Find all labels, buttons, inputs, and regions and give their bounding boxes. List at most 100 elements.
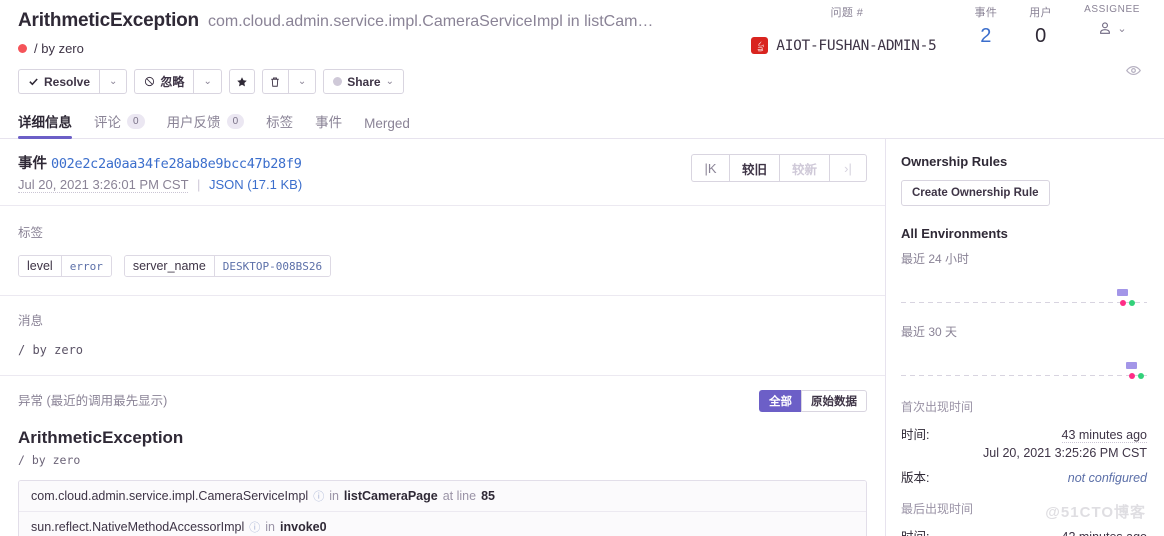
event-json-link[interactable]: JSON (17.1 KB) [209, 177, 302, 192]
nav-oldest-label: |K [704, 160, 717, 176]
ignore-button[interactable]: 忽略 [134, 69, 194, 94]
tags-section-label: 标签 [18, 226, 44, 240]
star-icon [237, 76, 247, 86]
sparkline-bar [1117, 289, 1128, 296]
frame-function: invoke0 [280, 520, 327, 534]
tab-merged[interactable]: Merged [364, 116, 410, 138]
exception-header: 异常 (最近的调用最先显示) 全部 原始数据 [18, 390, 867, 412]
frame-module: com.cloud.admin.service.impl.CameraServi… [31, 489, 309, 503]
sparkline-dot-green [1129, 300, 1135, 306]
share-dot-icon [333, 77, 343, 86]
sparkline-24h[interactable] [901, 279, 1147, 309]
event-id[interactable]: 002e2c2a0aa34fe28ab8e9bcc47b28f9 [51, 156, 302, 172]
toggle-all-button[interactable]: 全部 [759, 390, 801, 412]
stat-assignee: ASSIGNEE ⌄ [1068, 4, 1156, 36]
nav-older-button[interactable]: 较旧 [728, 154, 779, 182]
share-button-group: Share ⌄ [323, 69, 404, 94]
first-seen-time-relative: 43 minutes ago [1061, 428, 1147, 443]
exception-section-label: 异常 (最近的调用最先显示) [18, 390, 167, 409]
bookmark-button-group [228, 69, 255, 94]
ignore-label: 忽略 [160, 75, 185, 89]
share-button[interactable]: Share ⌄ [323, 69, 404, 94]
create-ownership-rule-button[interactable]: Create Ownership Rule [901, 180, 1050, 206]
first-seen-time-row: 时间: 43 minutes ago [901, 424, 1147, 443]
delete-button-group: ⌄ [261, 69, 317, 94]
ignore-button-group: 忽略 ⌄ [134, 69, 222, 94]
tag-key: level [19, 256, 62, 276]
sparkline-dot-pink [1129, 373, 1135, 379]
tags-list: level error server_name DESKTOP-008BS26 [18, 255, 867, 277]
bookmark-button[interactable] [228, 69, 255, 94]
tag-item[interactable]: level error [18, 255, 112, 277]
tab-tags[interactable]: 标签 [266, 111, 293, 138]
assignee-selector[interactable]: ⌄ [1084, 20, 1140, 36]
last-seen-time-relative: 42 minutes ago [1062, 530, 1147, 536]
event-title: 事件 002e2c2a0aa34fe28ab8e9bcc47b28f9 [18, 152, 302, 173]
stat-project: 问题 # AIOT-FUSHAN-ADMIN-5 [735, 4, 958, 54]
range-24h-label: 最近 24 小时 [901, 252, 970, 266]
issue-message: / by zero [34, 41, 84, 56]
event-title-prefix: 事件 [18, 156, 47, 172]
tags-block: 标签 level error server_name DESKTOP-008BS… [0, 206, 885, 296]
tag-item[interactable]: server_name DESKTOP-008BS26 [123, 255, 332, 277]
project-badge[interactable]: AIOT-FUSHAN-ADMIN-5 [751, 37, 942, 54]
meta-separator: | [196, 177, 201, 192]
tab-label: 事件 [315, 115, 343, 130]
first-seen-version-label: 版本: [901, 471, 930, 485]
first-seen-time-label: 时间: [901, 428, 930, 442]
toggle-raw-button[interactable]: 原始数据 [801, 390, 867, 412]
error-level-dot-icon [18, 44, 27, 53]
frame-function: listCameraPage [343, 489, 438, 503]
frame-in-label: in [329, 489, 339, 503]
exception-type: ArithmeticException [18, 428, 184, 447]
sparkline-dot-pink [1120, 300, 1126, 306]
tab-details[interactable]: 详细信息 [18, 111, 72, 139]
chevron-down-icon: ⌄ [109, 76, 118, 87]
sparkline-bar [1126, 362, 1137, 369]
delete-button[interactable] [261, 69, 288, 94]
resolve-button[interactable]: Resolve [18, 69, 100, 94]
nav-newer-button: 较新 [778, 154, 829, 182]
stack-frame[interactable]: sun.reflect.NativeMethodAccessorImpl ⓘ i… [19, 512, 866, 536]
frame-module: sun.reflect.NativeMethodAccessorImpl [31, 520, 245, 534]
event-identity: 事件 002e2c2a0aa34fe28ab8e9bcc47b28f9 Jul … [18, 152, 302, 193]
last-seen-title: 最后出现时间 [901, 502, 974, 516]
issue-tabs: 详细信息 评论 0 用户反馈 0 标签 事件 Merged [0, 110, 1164, 139]
event-navigation: |K 较旧 较新 ›| [690, 154, 867, 182]
tab-badge: 0 [226, 113, 245, 129]
mute-icon [145, 76, 155, 87]
issue-title-row: ArithmeticException com.cloud.admin.serv… [18, 10, 653, 32]
nav-newer-label: 较新 [791, 162, 817, 177]
share-label: Share [347, 74, 381, 89]
question-circle-icon[interactable]: ⓘ [313, 488, 324, 504]
delete-dropdown-button[interactable]: ⌄ [287, 69, 317, 94]
tab-user-feedback[interactable]: 用户反馈 0 [167, 111, 245, 138]
users-label: 用户 [1029, 7, 1053, 19]
first-seen-time-absolute: Jul 20, 2021 3:25:26 PM CST [983, 446, 1147, 460]
issue-culprit: com.cloud.admin.service.impl.CameraServi… [207, 13, 654, 30]
nav-oldest-button[interactable]: |K [690, 154, 729, 182]
subscribe-button[interactable] [1125, 62, 1142, 84]
events-count[interactable]: 2 [974, 25, 997, 47]
tab-events[interactable]: 事件 [315, 111, 342, 138]
eye-icon [1126, 66, 1141, 75]
stack-frame[interactable]: com.cloud.admin.service.impl.CameraServi… [19, 481, 866, 512]
frame-in-label: in [265, 520, 276, 534]
message-section-label: 消息 [18, 314, 44, 328]
event-date: Jul 20, 2021 3:26:01 PM CST [18, 177, 189, 193]
tab-comments[interactable]: 评论 0 [94, 111, 145, 138]
ignore-dropdown-button[interactable]: ⌄ [193, 69, 222, 94]
question-circle-icon[interactable]: ⓘ [249, 519, 260, 535]
events-label: 事件 [974, 7, 998, 19]
frame-at-label: at line [442, 489, 477, 503]
main-panel: 事件 002e2c2a0aa34fe28ab8e9bcc47b28f9 Jul … [0, 139, 886, 536]
nav-older-label: 较旧 [741, 162, 767, 177]
last-seen-time-label: 时间: [901, 526, 929, 536]
issues-count-label: 问题 # [830, 7, 864, 19]
sparkline-30d[interactable] [901, 352, 1147, 382]
issue-actions-toolbar: Resolve ⌄ 忽略 ⌄ ⌄ Share ⌄ [18, 69, 1146, 94]
resolve-dropdown-button[interactable]: ⌄ [99, 69, 128, 94]
project-name: AIOT-FUSHAN-ADMIN-5 [776, 37, 937, 54]
all-environments-title: All Environments [901, 226, 1008, 241]
range-30d-label: 最近 30 天 [901, 325, 958, 339]
